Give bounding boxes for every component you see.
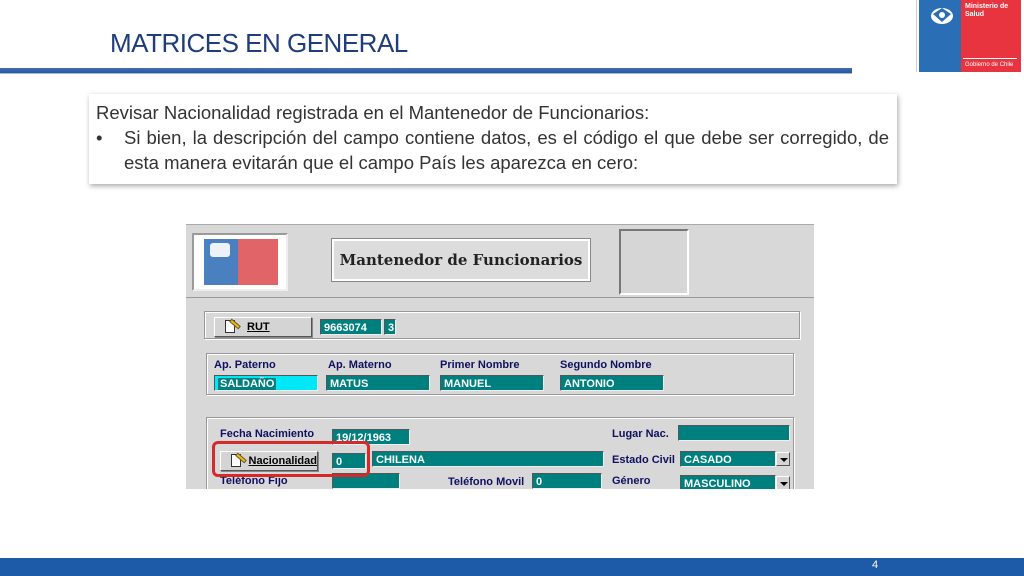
lugar-nac-label: Lugar Nac. (612, 428, 669, 440)
genero-label: Género (612, 475, 651, 487)
lugar-nac-input[interactable] (678, 425, 790, 441)
logo-blue-panel (919, 0, 961, 72)
app-seal-icon (210, 243, 230, 257)
instruction-box: Revisar Nacionalidad registrada en el Ma… (89, 94, 897, 184)
mantenedor-window: Mantenedor de Funcionarios RUT 9663074 3… (186, 224, 814, 489)
ap-paterno-value: SALDAÑO (218, 378, 277, 390)
slide-title: MATRICES EN GENERAL (110, 28, 408, 58)
rut-dv-input[interactable]: 3 (384, 319, 396, 335)
telefono-movil-input[interactable]: 0 (532, 473, 602, 489)
nacionalidad-highlight (212, 441, 370, 477)
segundo-nombre-input[interactable]: ANTONIO (560, 375, 664, 391)
fecha-nacimiento-label: Fecha Nacimiento (220, 428, 315, 440)
photo-frame (619, 229, 689, 295)
app-title: Mantenedor de Funcionarios (331, 238, 591, 282)
ap-paterno-label: Ap. Paterno (214, 359, 276, 371)
logo-ministry-text: Ministerio de Salud (965, 3, 1009, 18)
estado-civil-select[interactable]: CASADO (680, 451, 776, 467)
rut-button[interactable]: RUT (214, 317, 312, 337)
app-logo-red (238, 239, 278, 285)
instruction-intro: Revisar Nacionalidad registrada en el Ma… (96, 102, 650, 123)
primer-nombre-label: Primer Nombre (440, 359, 520, 371)
segundo-nombre-label: Segundo Nombre (560, 359, 652, 371)
rut-input[interactable]: 9663074 (320, 319, 382, 335)
estado-civil-dropdown-icon[interactable] (776, 452, 790, 466)
ap-materno-label: Ap. Materno (328, 359, 392, 371)
bullet-marker: • (96, 127, 103, 148)
telefono-movil-label: Teléfono Movil (448, 476, 525, 488)
logo-divider (963, 58, 1017, 59)
title-underline (0, 68, 852, 74)
logo-government-text: Gobierno de Chile (965, 62, 1014, 68)
primer-nombre-input[interactable]: MANUEL (440, 375, 544, 391)
nacionalidad-desc-field: CHILENA (372, 451, 604, 467)
edit-document-icon (223, 318, 241, 334)
app-separator (186, 297, 814, 298)
page-number: 4 (872, 559, 879, 571)
ministry-logo: Ministerio de Salud Gobierno de Chile (916, 0, 1022, 72)
app-logo (192, 233, 288, 291)
estado-civil-label: Estado Civil (612, 454, 675, 466)
coat-of-arms-icon (931, 8, 953, 24)
ap-materno-input[interactable]: MATUS (326, 375, 430, 391)
ap-paterno-input[interactable]: SALDAÑO (214, 375, 318, 391)
rut-button-label: RUT (247, 321, 270, 333)
footer-bar (0, 558, 1024, 576)
genero-select[interactable]: MASCULINO (680, 475, 776, 489)
genero-dropdown-icon[interactable] (776, 476, 790, 489)
bullet-text: Si bien, la descripción del campo contie… (124, 127, 889, 173)
instruction-bullet: • Si bien, la descripción del campo cont… (96, 125, 889, 175)
